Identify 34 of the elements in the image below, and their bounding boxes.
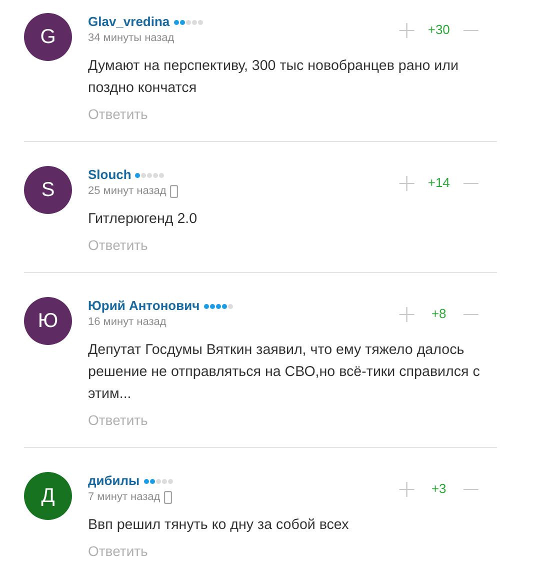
upvote-button[interactable]: + — [392, 20, 421, 40]
upvote-button[interactable]: + — [392, 478, 421, 498]
comment-text: Ввп решил тянуть ко дну за собой всех — [88, 516, 350, 535]
reply-link[interactable]: Ответить — [88, 542, 148, 560]
mobile-phone-icon — [164, 490, 172, 504]
author-link[interactable]: Slouch — [88, 166, 132, 182]
author-link[interactable]: Glav_vredina — [88, 14, 170, 28]
downvote-button[interactable]: − — [456, 20, 485, 40]
vote-score: +8 — [430, 306, 448, 321]
comment-time: 16 минут назад — [88, 316, 166, 328]
downvote-button[interactable]: − — [456, 304, 485, 324]
vote-score: +30 — [426, 22, 451, 37]
reply-link[interactable]: Ответить — [88, 411, 148, 429]
user-avatar: Д — [24, 472, 72, 520]
author-link[interactable]: дибилы — [88, 472, 140, 488]
downvote-button[interactable]: − — [456, 478, 485, 498]
comment-time: 7 минут назад — [88, 491, 160, 503]
author-link[interactable]: Юрий Антонович — [88, 298, 200, 312]
upvote-button[interactable]: + — [392, 304, 421, 324]
comment-text: Гитлерюгенд 2.0 — [88, 210, 198, 229]
vote-score: +3 — [430, 481, 448, 496]
downvote-button[interactable]: − — [456, 172, 485, 192]
vote-score: +14 — [426, 175, 451, 190]
comment-text: Думают на перспективу, 300 тыс новобранцев рано или поздно кончатся — [88, 57, 460, 98]
reply-link[interactable]: Ответить — [88, 236, 148, 254]
user-avatar: S — [24, 166, 72, 214]
upvote-button[interactable]: + — [392, 172, 421, 192]
user-avatar: G — [24, 13, 72, 61]
comment-time: 34 минуты назад — [88, 32, 174, 44]
comment-time: 25 минут назад — [88, 185, 166, 197]
mobile-phone-icon — [170, 184, 178, 198]
comment-text: Депутат Госдумы Вяткин заявил, что ему тяжело далось решение не отправляться на СВО,но всё-тики справился с этим... — [88, 341, 481, 404]
user-avatar: Ю — [24, 297, 72, 345]
reply-link[interactable]: Ответить — [88, 105, 148, 123]
